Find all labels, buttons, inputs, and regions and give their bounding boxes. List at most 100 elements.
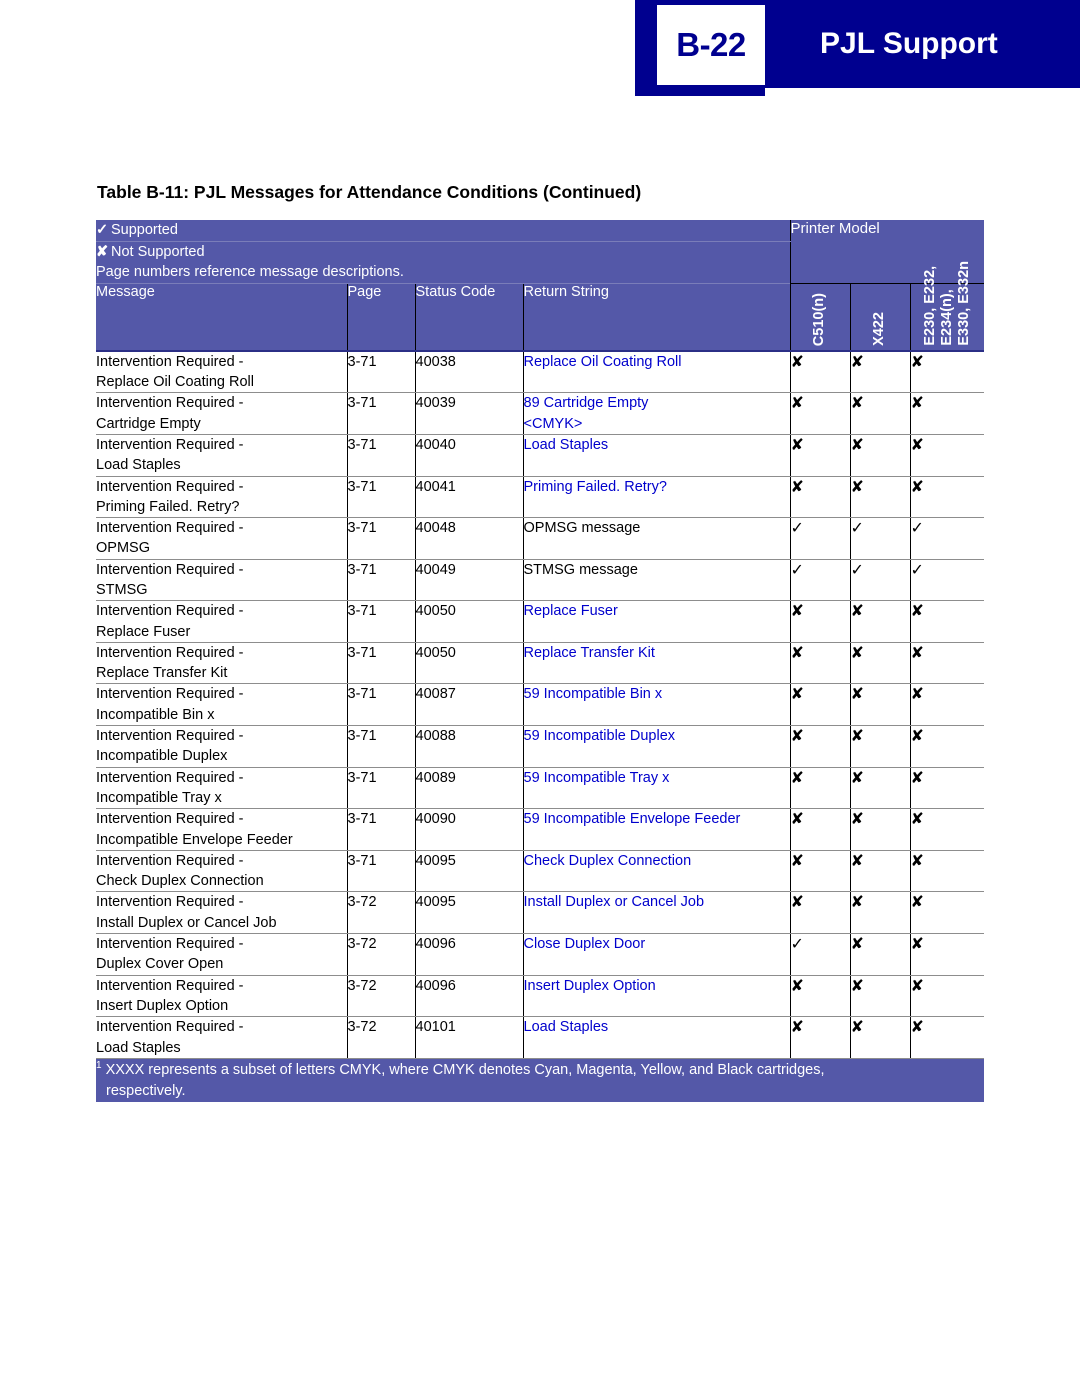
footnote-line2: respectively. [106,1082,186,1099]
cell-support-model-3: ✘ [909,933,985,976]
cell-support-model-1: ✘ [789,392,851,435]
not-supported-x-icon: ✘ [910,977,924,995]
cell-support-model-1: ✓ [789,559,851,602]
not-supported-x-icon: ✘ [850,769,864,787]
cell-message: Intervention Required - Insert Duplex Opt… [96,975,347,1018]
cell-support-model-1: ✘ [789,891,851,935]
not-supported-x-icon: ✘ [96,243,109,260]
cell-status-code: 40096 [414,933,523,976]
cell-support-model-2: ✘ [849,1016,911,1059]
cell-return-string: Replace Transfer Kit [522,642,791,685]
cell-return-string: Check Duplex Connection [522,850,791,893]
not-supported-x-icon: ✘ [790,478,804,496]
cell-message: Intervention Required - Replace Oil Coati… [96,350,347,394]
not-supported-x-icon: ✘ [790,811,804,829]
cell-page: 3-71 [346,808,415,851]
cell-support-model-2: ✓ [849,559,911,602]
cell-message: Intervention Required - Incompatible Tray… [96,767,347,810]
table-row: Intervention Required - Incompatible Dupl… [96,725,985,768]
not-supported-x-icon: ✘ [850,977,864,995]
cell-status-code: 40087 [414,683,523,727]
not-supported-x-icon: ✘ [910,936,924,954]
cell-status-code: 40048 [414,517,523,560]
cell-support-model-2: ✘ [849,476,911,519]
legend-not-supported: ✘ Not Supported Page numbers reference mes… [96,241,791,284]
supported-check-icon: ✓ [850,561,864,579]
cell-message: Intervention Required - Check Duplex Conn… [96,850,347,893]
cell-support-model-3: ✘ [909,642,985,685]
cell-support-model-1: ✘ [789,350,851,394]
not-supported-x-icon: ✘ [910,436,924,454]
not-supported-x-icon: ✘ [790,852,804,870]
cell-page: 3-71 [346,434,415,477]
table-row: Intervention Required - Cartridge Empty 3-… [96,392,985,435]
chapter-number-box: B-22 [657,5,765,85]
not-supported-x-icon: ✘ [790,894,804,912]
header-navy-underline [635,88,765,96]
cell-message: Intervention Required - Load Staples [96,1016,347,1059]
not-supported-x-icon: ✘ [910,769,924,787]
column-header-status-code: Status Code [414,283,523,352]
cell-page: 3-71 [346,683,415,727]
cell-support-model-1: ✘ [789,725,851,768]
table-row: Intervention Required - Incompatible Tray… [96,767,985,810]
cell-return-string: 59 Incompatible Tray x [522,767,791,810]
table-row: Intervention Required - Priming Failed. R… [96,476,985,519]
cell-return-string: 89 Cartridge Empty <CMYK> [522,392,791,435]
column-header-model-label-1: C510(n) [811,292,828,346]
supported-check-icon: ✓ [96,222,109,238]
cell-status-code: 40089 [414,767,523,810]
not-supported-x-icon: ✘ [850,686,864,704]
footnote-marker: 1 [96,1059,102,1071]
cell-support-model-1: ✓ [789,517,851,560]
cell-support-model-1: ✘ [789,683,851,727]
cell-message: Intervention Required - OPMSG [96,517,347,560]
table-row: Intervention Required - Load Staples 3-71 4… [96,434,985,477]
cell-support-model-2: ✘ [849,808,911,851]
cell-return-string: 59 Incompatible Bin x [522,683,791,727]
cell-support-model-2: ✘ [849,600,911,643]
not-supported-x-icon: ✘ [790,436,804,454]
cell-return-string: Install Duplex or Cancel Job [522,891,791,935]
not-supported-x-icon: ✘ [910,395,924,413]
cell-status-code: 40095 [414,891,523,935]
cell-support-model-3: ✘ [909,392,985,435]
supported-check-icon: ✓ [790,561,804,579]
cell-page: 3-71 [346,850,415,893]
cell-message: Intervention Required - Load Staples [96,434,347,477]
supported-check-icon: ✓ [790,936,804,954]
column-header-model-label-2: X422 [871,311,888,346]
cell-support-model-2: ✘ [849,850,911,893]
cell-support-model-1: ✓ [789,933,851,976]
column-header-page: Page [346,283,415,352]
cell-support-model-2: ✘ [849,434,911,477]
cell-message: Intervention Required - Cartridge Empty [96,392,347,435]
table-row: Intervention Required - Duplex Cover Open… [96,933,985,976]
not-supported-x-icon: ✘ [910,894,924,912]
cell-return-string: Replace Fuser [522,600,791,643]
cell-status-code: 40090 [414,808,523,851]
not-supported-x-icon: ✘ [910,1019,924,1037]
cell-support-model-3: ✘ [909,434,985,477]
cell-status-code: 40095 [414,850,523,893]
cell-support-model-3: ✓ [909,559,985,602]
not-supported-x-icon: ✘ [790,644,804,662]
cell-support-model-2: ✘ [849,891,911,935]
cell-status-code: 40096 [414,975,523,1018]
cell-message: Intervention Required - STMSG [96,559,347,602]
cell-page: 3-71 [346,725,415,768]
cell-message: Intervention Required - Replace Fuser [96,600,347,643]
cell-status-code: 40101 [414,1016,523,1059]
cell-message: Intervention Required - Duplex Cover Open [96,933,347,976]
not-supported-x-icon: ✘ [850,644,864,662]
not-supported-x-icon: ✘ [850,728,864,746]
cell-support-model-1: ✘ [789,975,851,1018]
not-supported-x-icon: ✘ [850,852,864,870]
footnote-line1: XXXX represents a subset of letters CMYK… [105,1061,825,1078]
cell-support-model-2: ✘ [849,642,911,685]
not-supported-x-icon: ✘ [850,894,864,912]
cell-return-string: OPMSG message [522,517,791,560]
cell-page: 3-71 [346,476,415,519]
cell-page: 3-71 [346,600,415,643]
cell-status-code: 40040 [414,434,523,477]
